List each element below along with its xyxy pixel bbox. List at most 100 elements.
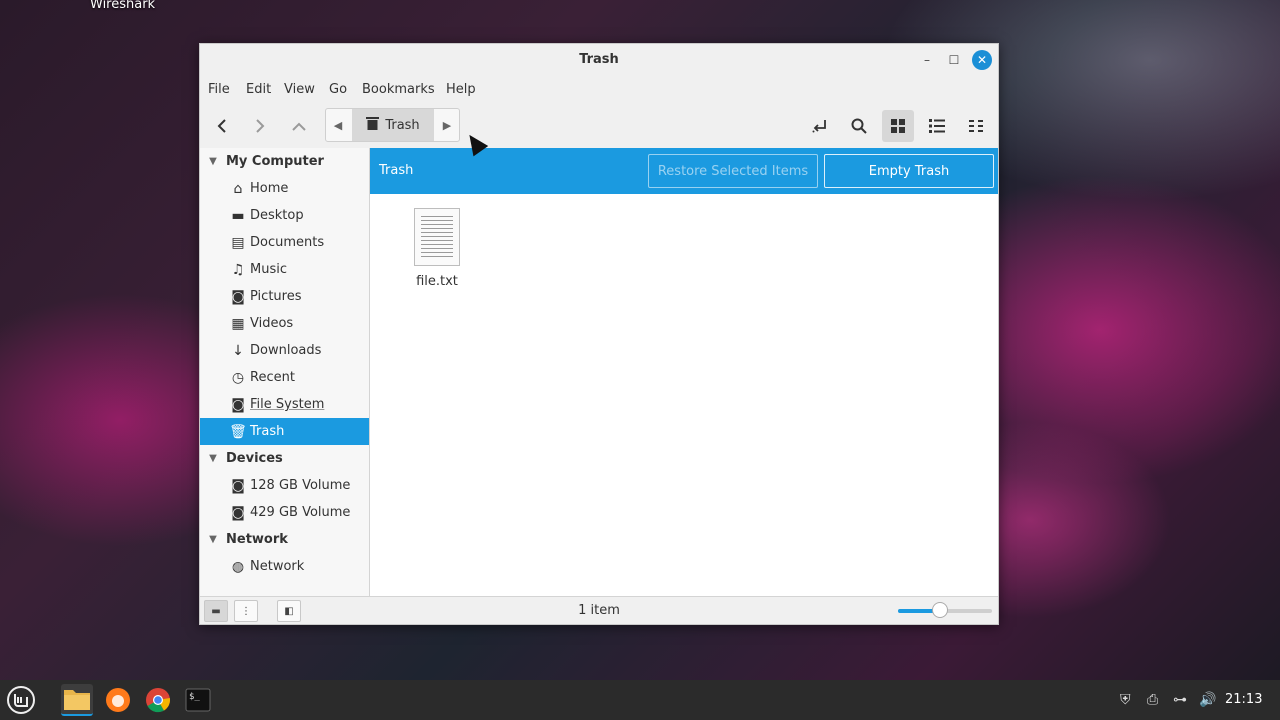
document-icon: ▤	[231, 234, 245, 251]
drive-icon: ◙	[231, 477, 245, 494]
download-icon: ↓	[232, 342, 244, 359]
volume-icon[interactable]: 🔊	[1199, 692, 1216, 708]
sidebar-item-label: File System	[250, 397, 325, 412]
network-icon[interactable]: ⊶	[1173, 692, 1187, 708]
toolbar: ◀ Trash ▶	[200, 104, 998, 148]
sidebar-item-label: Pictures	[250, 289, 302, 304]
sidebar-item-label: Recent	[250, 370, 295, 385]
section-title: Devices	[226, 451, 283, 466]
menu-bookmarks[interactable]: Bookmarks	[362, 82, 435, 97]
statusbar: ▬ ⋮ ◧ 1 item	[200, 596, 998, 624]
sidebar-item-videos[interactable]: ▦ Videos	[200, 310, 369, 337]
sidebar-item-label: Documents	[250, 235, 325, 250]
sidebar-item-label: Network	[250, 559, 305, 574]
trash-infobar: Trash Restore Selected Items Empty Trash	[370, 148, 998, 194]
window-title: Trash	[579, 52, 619, 67]
menu-help[interactable]: Help	[446, 82, 476, 97]
svg-text:$_: $_	[189, 692, 200, 702]
breadcrumb: ◀ Trash ▶	[325, 108, 460, 142]
sidebar-section-devices[interactable]: ▼ Devices	[200, 445, 369, 472]
forward-icon[interactable]	[244, 110, 276, 142]
menu-file[interactable]: File	[208, 82, 230, 97]
desktop-label[interactable]: Wireshark	[90, 0, 155, 12]
sidebar-item-label: Home	[250, 181, 289, 196]
status-text: 1 item	[578, 603, 620, 618]
printer-icon[interactable]: ⎙	[1147, 692, 1158, 708]
sidebar-item-128gb-volume[interactable]: ◙ 128 GB Volume	[200, 472, 369, 499]
toggle-location-icon[interactable]	[804, 110, 836, 142]
caret-down-icon: ▼	[209, 453, 217, 464]
close-button[interactable]: ✕	[972, 50, 992, 70]
breadcrumb-label: Trash	[385, 117, 420, 133]
sidebar-item-label: Downloads	[250, 343, 322, 358]
sidebar-item-label: 128 GB Volume	[250, 478, 351, 493]
drive-icon: ◙	[231, 504, 245, 521]
menubar: File Edit View Go Bookmarks Help	[200, 76, 998, 104]
clock[interactable]: 21:13	[1225, 692, 1262, 707]
sidebar-item-label: Music	[250, 262, 287, 277]
sidebar-item-network[interactable]: ◍ Network	[200, 553, 369, 580]
caret-down-icon: ▼	[209, 534, 217, 545]
infobar-title: Trash	[379, 163, 414, 178]
files-icon[interactable]	[61, 684, 93, 716]
breadcrumb-left-icon[interactable]: ◀	[326, 109, 350, 141]
sidebar-item-home[interactable]: ⌂ Home	[200, 175, 369, 202]
trash-icon: 🗑	[229, 423, 247, 440]
sidebar-section-my-computer[interactable]: ▼ My Computer	[200, 148, 369, 175]
desktop-icon: ▬	[231, 207, 245, 224]
globe-icon: ◍	[231, 558, 245, 575]
menu-edit[interactable]: Edit	[246, 82, 271, 97]
menu-go[interactable]: Go	[329, 82, 347, 97]
file-name: file.txt	[416, 274, 458, 289]
up-icon[interactable]	[283, 110, 315, 142]
sidebar-item-desktop[interactable]: ▬ Desktop	[200, 202, 369, 229]
empty-trash-button[interactable]: Empty Trash	[824, 154, 994, 188]
home-icon: ⌂	[233, 180, 243, 197]
titlebar: Trash – ☐ ✕	[200, 44, 998, 76]
restore-selected-button[interactable]: Restore Selected Items	[648, 154, 818, 188]
firefox-icon[interactable]	[102, 684, 134, 716]
sidebar-item-label: Videos	[250, 316, 294, 331]
sidebar-item-music[interactable]: ♫ Music	[200, 256, 369, 283]
sidebar-item-label: Desktop	[250, 208, 304, 223]
caret-down-icon: ▼	[209, 156, 217, 167]
file-manager-window: Trash – ☐ ✕ File Edit View Go Bookmarks …	[199, 43, 999, 625]
compact-view-icon[interactable]	[960, 110, 992, 142]
list-view-icon[interactable]	[921, 110, 953, 142]
sidebar-item-documents[interactable]: ▤ Documents	[200, 229, 369, 256]
sidebar-item-downloads[interactable]: ↓ Downloads	[200, 337, 369, 364]
menu-view[interactable]: View	[284, 82, 315, 97]
chrome-icon[interactable]	[142, 684, 174, 716]
sidebar-item-trash[interactable]: 🗑 Trash	[200, 418, 369, 445]
sidebar-item-file-system[interactable]: ◙ File System	[200, 391, 369, 418]
sidebar-item-429gb-volume[interactable]: ◙ 429 GB Volume	[200, 499, 369, 526]
text-file-icon	[414, 208, 460, 266]
shield-icon[interactable]: ⛨	[1120, 692, 1131, 708]
back-icon[interactable]	[206, 110, 238, 142]
section-title: My Computer	[226, 154, 324, 169]
sidebar-section-network[interactable]: ▼ Network	[200, 526, 369, 553]
search-icon[interactable]	[843, 110, 875, 142]
section-title: Network	[226, 532, 288, 547]
sidebar-item-pictures[interactable]: ◙ Pictures	[200, 283, 369, 310]
sidebar: ▼ My Computer ⌂ Home ▬ Desktop ▤ Documents …	[200, 148, 370, 596]
camera-icon: ◙	[231, 288, 245, 305]
menu-icon[interactable]	[5, 684, 37, 716]
minimize-button[interactable]: –	[917, 50, 937, 70]
icon-view-icon[interactable]	[882, 110, 914, 142]
sidebar-item-recent[interactable]: ◷ Recent	[200, 364, 369, 391]
film-icon: ▦	[231, 315, 245, 332]
clock-icon: ◷	[231, 369, 245, 386]
sidebar-item-label: 429 GB Volume	[250, 505, 351, 520]
trash-icon	[366, 116, 380, 134]
terminal-icon[interactable]: $_	[182, 684, 214, 716]
music-icon: ♫	[231, 261, 245, 278]
breadcrumb-trash[interactable]: Trash	[352, 109, 434, 141]
drive-icon: ◙	[231, 396, 245, 413]
maximize-button[interactable]: ☐	[944, 50, 964, 70]
taskbar: $_ ⛨ ⎙ ⊶ 🔊 21:13	[0, 680, 1280, 720]
file-item[interactable]: file.txt	[405, 208, 469, 289]
zoom-slider[interactable]	[898, 602, 992, 618]
file-view[interactable]: Trash Restore Selected Items Empty Trash…	[370, 148, 998, 596]
breadcrumb-right-icon[interactable]: ▶	[435, 109, 459, 141]
